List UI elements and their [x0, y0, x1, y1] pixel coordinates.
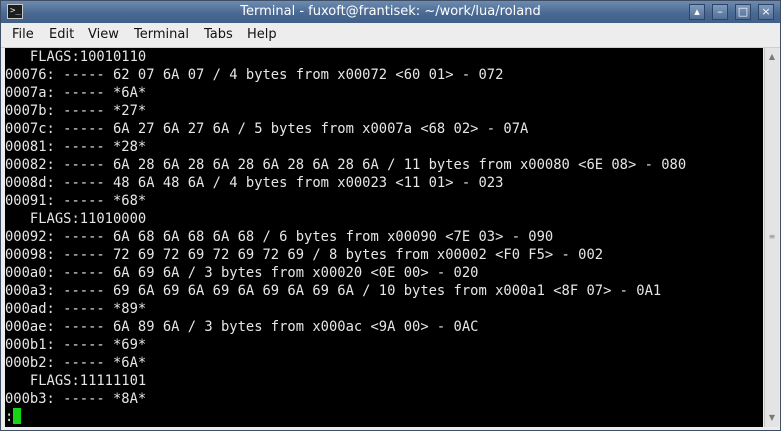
terminal-line: 0008d: ----- 48 6A 48 6A / 4 bytes from …	[5, 175, 504, 191]
menu-file[interactable]: File	[12, 27, 34, 42]
shade-button[interactable]: ▴	[689, 4, 705, 20]
vertical-scrollbar[interactable]: ▲ ≡ ▼	[764, 48, 779, 427]
menu-bar: File Edit View Terminal Tabs Help	[1, 23, 780, 48]
text-cursor	[13, 408, 22, 424]
terminal-line: FLAGS:11111101	[5, 373, 147, 389]
scroll-grip-icon[interactable]: ≡	[767, 233, 777, 241]
minimize-icon: –	[717, 5, 723, 18]
terminal-line: 000b3: ----- *8A*	[5, 391, 147, 407]
terminal-line: 00098: ----- 72 69 72 69 72 69 72 69 / 8…	[5, 247, 604, 263]
close-button[interactable]: ×	[758, 4, 774, 20]
terminal-line: 0007c: ----- 6A 27 6A 27 6A / 5 bytes fr…	[5, 121, 529, 137]
terminal-line: FLAGS:11010000	[5, 211, 147, 227]
terminal-line: 000a0: ----- 6A 69 6A / 3 bytes from x00…	[5, 265, 479, 281]
menu-edit[interactable]: Edit	[49, 27, 74, 42]
terminal-line: 00076: ----- 62 07 6A 07 / 4 bytes from …	[5, 67, 504, 83]
title-bar[interactable]: >_ Terminal - fuxoft@frantisek: ~/work/l…	[1, 1, 780, 23]
maximize-icon: □	[737, 5, 749, 18]
terminal-line: 000a3: ----- 69 6A 69 6A 69 6A 69 6A 69 …	[5, 283, 662, 299]
minimize-button[interactable]: –	[712, 4, 728, 20]
chevron-up-icon: ▴	[694, 5, 700, 18]
terminal-line: 000ad: ----- *89*	[5, 301, 147, 317]
terminal-line: 00081: ----- *28*	[5, 139, 147, 155]
terminal-line: 00082: ----- 6A 28 6A 28 6A 28 6A 28 6A …	[5, 157, 687, 173]
terminal-line: 0007b: ----- *27*	[5, 103, 147, 119]
scroll-down-icon[interactable]: ▼	[767, 413, 777, 423]
terminal-line: 000ae: ----- 6A 89 6A / 3 bytes from x00…	[5, 319, 479, 335]
terminal-line: 00091: ----- *68*	[5, 193, 147, 209]
terminal-line: 00092: ----- 6A 68 6A 68 6A 68 / 6 bytes…	[5, 229, 554, 245]
close-icon: ×	[761, 5, 771, 18]
prompt-text: :	[5, 409, 14, 425]
terminal-line: 0007a: ----- *6A*	[5, 85, 147, 101]
terminal-output[interactable]: FLAGS:10010110 00076: ----- 62 07 6A 07 …	[5, 48, 763, 427]
terminal-line: FLAGS:10010110	[5, 49, 147, 65]
menu-view[interactable]: View	[88, 27, 119, 42]
prompt-line[interactable]: :	[5, 408, 22, 426]
terminal-line: 000b2: ----- *6A*	[5, 355, 147, 371]
maximize-button[interactable]: □	[735, 4, 751, 20]
menu-terminal[interactable]: Terminal	[134, 27, 189, 42]
scroll-up-icon[interactable]: ▲	[767, 52, 777, 62]
terminal-line: 000b1: ----- *69*	[5, 337, 147, 353]
menu-tabs[interactable]: Tabs	[204, 27, 233, 42]
menu-help[interactable]: Help	[247, 27, 277, 42]
terminal-window: >_ Terminal - fuxoft@frantisek: ~/work/l…	[0, 0, 781, 431]
window-title: Terminal - fuxoft@frantisek: ~/work/lua/…	[240, 4, 541, 19]
